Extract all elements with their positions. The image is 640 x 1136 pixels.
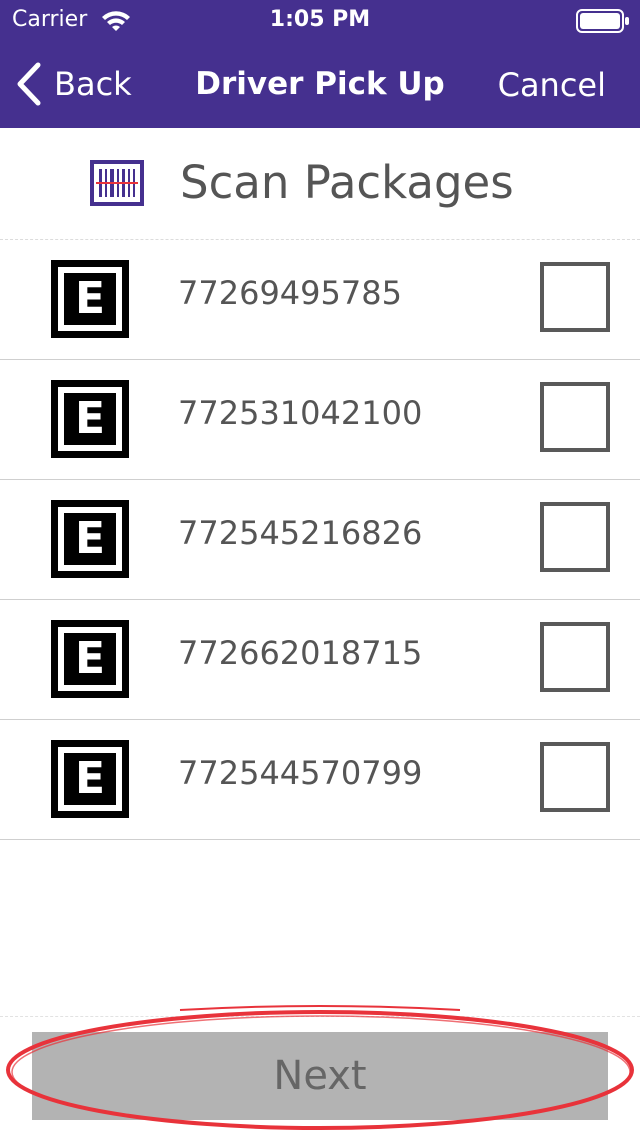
- eye-chart-e-icon: E: [51, 500, 129, 578]
- section-title: Scan Packages: [180, 156, 514, 209]
- top-bar: Carrier 1:05 PM Back Driver Pick Up Canc…: [0, 0, 640, 128]
- eye-chart-e-icon: E: [51, 620, 129, 698]
- package-row: E 772544570799: [0, 720, 640, 840]
- package-icon-letter: E: [64, 513, 116, 565]
- package-row: E 772545216826: [0, 480, 640, 600]
- package-row: E 77269495785: [0, 240, 640, 360]
- package-checkbox[interactable]: [540, 382, 610, 452]
- tracking-number: 772544570799: [178, 754, 423, 792]
- eye-chart-e-icon: E: [51, 740, 129, 818]
- navigation-bar: Back Driver Pick Up Cancel: [0, 40, 640, 128]
- status-bar: Carrier 1:05 PM: [0, 0, 640, 40]
- package-icon-letter: E: [64, 753, 116, 805]
- cancel-button[interactable]: Cancel: [498, 66, 606, 104]
- next-button[interactable]: Next: [32, 1032, 608, 1120]
- tracking-number: 772531042100: [178, 394, 423, 432]
- eye-chart-e-icon: E: [51, 260, 129, 338]
- battery-icon: [576, 9, 629, 33]
- package-icon-letter: E: [64, 633, 116, 685]
- back-button[interactable]: Back: [14, 62, 132, 106]
- package-icon-letter: E: [64, 273, 116, 325]
- tracking-number: 772662018715: [178, 634, 423, 672]
- tracking-number: 772545216826: [178, 514, 423, 552]
- tracking-number: 77269495785: [178, 274, 402, 312]
- package-row: E 772662018715: [0, 600, 640, 720]
- package-checkbox[interactable]: [540, 262, 610, 332]
- eye-chart-e-icon: E: [51, 380, 129, 458]
- status-time: 1:05 PM: [269, 7, 371, 32]
- package-checkbox[interactable]: [540, 742, 610, 812]
- footer-divider: [0, 1016, 640, 1017]
- package-icon-letter: E: [64, 393, 116, 445]
- package-list: E 77269495785 E 772531042100 E 772545216…: [0, 240, 640, 840]
- chevron-left-icon: [17, 62, 41, 106]
- package-checkbox[interactable]: [540, 622, 610, 692]
- scan-packages-header: Scan Packages: [0, 128, 640, 240]
- back-button-label: Back: [54, 65, 132, 103]
- package-checkbox[interactable]: [540, 502, 610, 572]
- barcode-scanner-icon: [90, 160, 144, 206]
- package-row: E 772531042100: [0, 360, 640, 480]
